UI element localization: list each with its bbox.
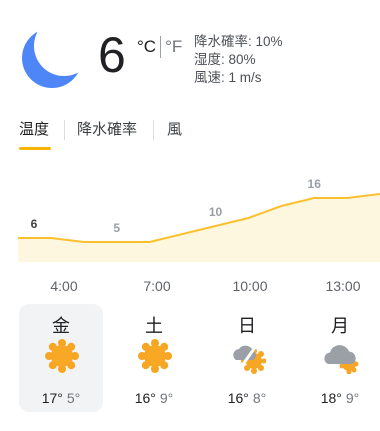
low-temp: 8° (252, 390, 267, 406)
tab-divider (64, 120, 65, 140)
high-temp: 18° (320, 390, 342, 406)
day-name: 月 (331, 316, 349, 336)
current-temperature: 6 (98, 27, 126, 83)
metric-tabs: 温度 降水確率 風 (0, 116, 380, 152)
weather-details: 降水確率: 10% 湿度: 80% 風速: 1 m/s (194, 33, 283, 87)
time-label: 13:00 (325, 278, 361, 294)
tab-divider (153, 120, 154, 140)
day-name: 金 (52, 316, 70, 336)
unit-divider (160, 36, 162, 58)
chart-data-label: 10 (209, 205, 223, 219)
day-temperatures: 16° 9° (112, 390, 196, 406)
chart-area (18, 194, 380, 262)
low-temp: 5° (66, 390, 81, 406)
day-name: 日 (238, 316, 256, 336)
daily-forecast: 金 17° 5° 土 16° 9° 日 16° 8° 月 18° 9° (0, 304, 380, 414)
tab-temperature[interactable]: 温度 (19, 120, 49, 148)
celsius-button[interactable]: °C (137, 37, 156, 57)
time-label: 7:00 (143, 278, 171, 294)
day-temperatures: 16° 8° (205, 390, 289, 406)
unit-toggle: °C °F (137, 36, 182, 58)
time-label: 10:00 (232, 278, 268, 294)
humidity-text: 湿度: 80% (194, 52, 256, 67)
time-axis: 4:00 7:00 10:00 13:00 (0, 278, 380, 298)
day-card-sunday[interactable]: 日 16° 8° (205, 304, 289, 412)
sunny-icon (44, 338, 80, 374)
tab-wind[interactable]: 風 (167, 120, 182, 148)
day-card-monday[interactable]: 月 18° 9° (298, 304, 380, 412)
day-card-friday[interactable]: 金 17° 5° (19, 304, 103, 412)
day-card-saturday[interactable]: 土 16° 9° (112, 304, 196, 412)
high-temp: 16° (227, 390, 249, 406)
partly-cloudy-icon (230, 338, 267, 374)
crescent-moon-icon (18, 24, 90, 88)
high-temp: 16° (134, 390, 156, 406)
wind-text: 風速: 1 m/s (194, 70, 262, 85)
cloudy-icon (323, 338, 359, 375)
day-temperatures: 18° 9° (298, 390, 380, 406)
current-weather: 6 °C °F 降水確率: 10% 湿度: 80% 風速: 1 m/s (0, 0, 380, 100)
temperature-chart-svg: 6 5 10 16 (18, 177, 380, 262)
active-tab-indicator (19, 147, 51, 150)
day-name: 土 (145, 316, 163, 336)
fahrenheit-button[interactable]: °F (165, 37, 182, 57)
temperature-chart: 6 5 10 16 (0, 170, 380, 270)
chart-data-label: 5 (113, 221, 120, 235)
chart-data-label: 6 (31, 217, 38, 231)
low-temp: 9° (159, 390, 174, 406)
day-temperatures: 17° 5° (19, 390, 103, 406)
chart-data-label: 16 (308, 177, 322, 191)
high-temp: 17° (41, 390, 63, 406)
tab-precipitation[interactable]: 降水確率 (77, 120, 137, 148)
time-label: 4:00 (50, 278, 78, 294)
precipitation-text: 降水確率: 10% (194, 34, 283, 49)
sunny-icon (137, 338, 173, 374)
low-temp: 9° (345, 390, 360, 406)
